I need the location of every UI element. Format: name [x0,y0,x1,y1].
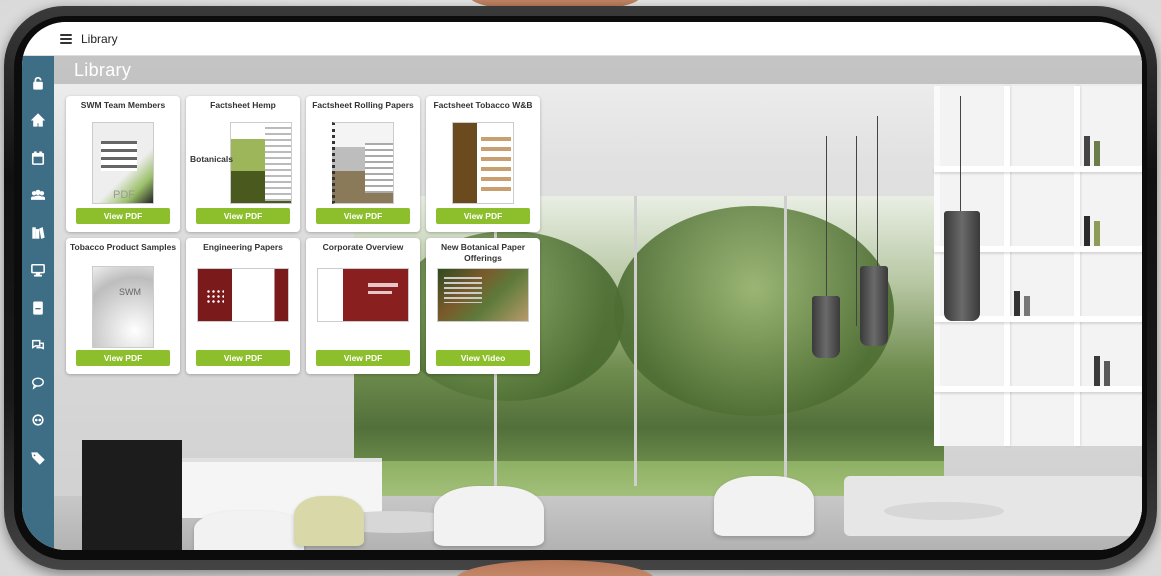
document-thumbnail [230,122,292,204]
chair [434,486,544,546]
view-video-button[interactable]: View Video [436,350,530,366]
view-pdf-button[interactable]: View PDF [436,208,530,224]
library-card: Corporate Overview View PDF [306,238,420,374]
library-card: Factsheet Tobacco W&B View PDF [426,96,540,232]
tag-icon[interactable] [22,439,54,477]
view-pdf-button[interactable]: View PDF [196,350,290,366]
chair [194,511,304,550]
document-thumbnail [317,268,409,322]
users-icon[interactable] [22,177,54,215]
document-thumbnail [332,122,394,204]
document-thumbnail: SWM [92,266,154,348]
card-title: Engineering Papers [203,242,283,252]
top-bar: Library [22,22,1142,56]
monitor-icon[interactable] [22,252,54,290]
card-title: Factsheet Rolling Papers [312,100,414,110]
view-pdf-button[interactable]: View PDF [76,350,170,366]
content-area: Library SWM Team Members PDF View PDF Fa… [54,56,1142,550]
page-title: Library [54,56,1142,84]
table [884,502,1004,520]
pendant-lamp [944,211,980,321]
home-icon[interactable] [22,102,54,140]
topbar-title: Library [81,31,118,46]
pendant-lamp [812,296,840,358]
view-pdf-button[interactable]: View PDF [196,208,290,224]
library-grid: SWM Team Members PDF View PDF Factsheet … [66,96,546,374]
tree [614,206,894,416]
card-title: Tobacco Product Samples [69,242,177,252]
library-card: Tobacco Product Samples SWM View PDF [66,238,180,374]
book-icon[interactable] [22,289,54,327]
chair [714,476,814,536]
card-title: SWM Team Members [80,100,166,110]
view-pdf-button[interactable]: View PDF [316,350,410,366]
support-icon[interactable] [22,402,54,440]
card-title: Corporate Overview [322,242,404,252]
library-card: New Botanical Paper Offerings View Video [426,238,540,374]
card-title: Factsheet Hemp [210,100,276,110]
library-card: Factsheet Hemp Botanicals View PDF [186,96,300,232]
television [82,440,182,550]
photo-background: Library Library SWM Team Members PDF Vie… [0,0,1161,576]
chat-icon[interactable] [22,327,54,365]
calendar-icon[interactable] [22,139,54,177]
document-thumbnail [197,268,289,322]
library-card: Engineering Papers View PDF [186,238,300,374]
document-thumbnail [452,122,514,204]
chair [294,496,364,546]
sidebar [22,56,54,550]
video-thumbnail [437,268,529,322]
comment-icon[interactable] [22,364,54,402]
card-title: New Botanical Paper Offerings [440,242,526,263]
view-pdf-button[interactable]: View PDF [76,208,170,224]
library-card: SWM Team Members PDF View PDF [66,96,180,232]
library-icon[interactable] [22,214,54,252]
lock-icon[interactable] [22,64,54,102]
document-thumbnail: PDF [92,122,154,204]
thumbnail-label: Botanicals [190,154,233,164]
pendant-lamp [860,266,888,346]
card-title: Factsheet Tobacco W&B [433,100,533,110]
view-pdf-button[interactable]: View PDF [316,208,410,224]
app-screen: Library Library SWM Team Members PDF Vie… [22,22,1142,550]
library-card: Factsheet Rolling Papers View PDF [306,96,420,232]
menu-icon[interactable] [60,33,72,44]
